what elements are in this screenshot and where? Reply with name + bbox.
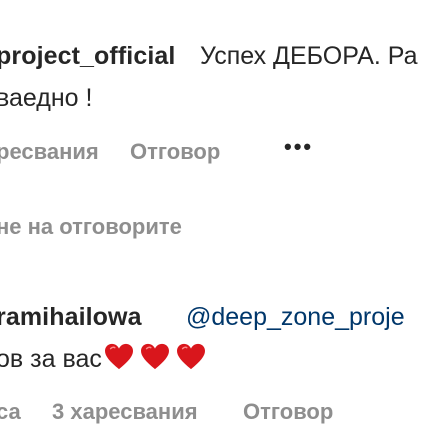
- hearts-group: [104, 343, 206, 371]
- comments-section: project_official Успех ДЕБОРА. Ра ваедно…: [0, 0, 440, 440]
- comment-text-line2: ваедно !: [0, 84, 93, 112]
- reply-text-line2: ов за вас: [0, 343, 206, 374]
- reply-reply-button[interactable]: Отговор: [243, 399, 333, 425]
- more-options-icon[interactable]: •••: [284, 134, 313, 160]
- reply-button[interactable]: Отговор: [130, 139, 220, 165]
- likes-count-link[interactable]: ресвания: [0, 139, 99, 165]
- reply-timestamp: са: [0, 399, 21, 424]
- red-heart-emoji-icon: [104, 343, 134, 371]
- reply-likes-count-link[interactable]: 3 харесвания: [52, 399, 198, 425]
- reply-text: ов за вас: [0, 345, 102, 373]
- red-heart-emoji-icon: [176, 343, 206, 371]
- red-heart-emoji-icon: [140, 343, 170, 371]
- view-replies-toggle[interactable]: не на отговорите: [0, 214, 182, 240]
- reply-username[interactable]: ramihailowa: [0, 303, 142, 332]
- comment-text-line1: Успех ДЕБОРА. Ра: [200, 42, 418, 70]
- comment-username[interactable]: project_official: [0, 42, 175, 71]
- mention-link[interactable]: @deep_zone_proje: [186, 303, 405, 332]
